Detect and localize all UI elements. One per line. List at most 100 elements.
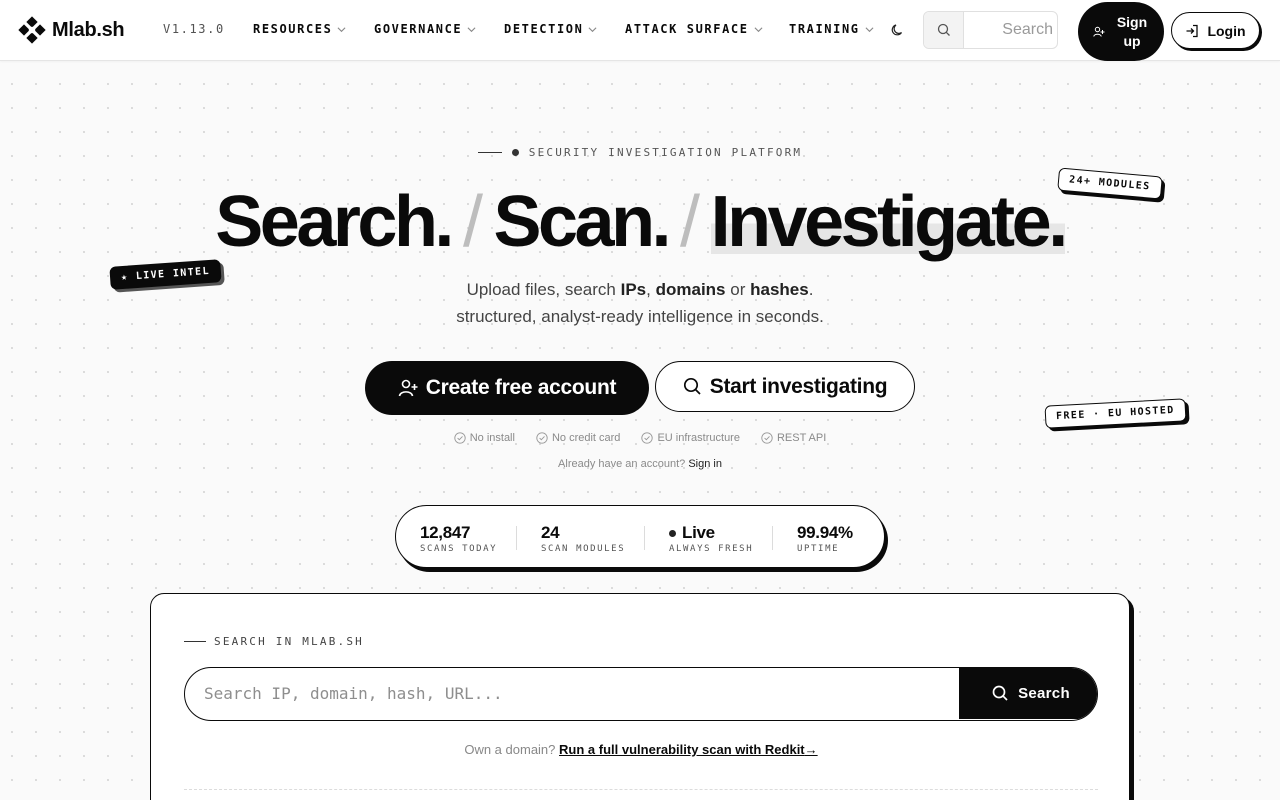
redkit-promo: Own a domain? Run a full vulnerability s… <box>151 742 1131 757</box>
stat-label: UPTIME <box>797 544 840 554</box>
signup-label: Sign up <box>1116 13 1148 49</box>
card-label-line <box>184 641 206 642</box>
brand-name: Mlab.sh <box>52 18 125 41</box>
stat-divider <box>772 526 773 550</box>
stats-bar: 12,847 SCANS TODAY 24 SCAN MODULES Live … <box>395 505 885 568</box>
login-icon <box>1186 24 1199 37</box>
search-icon <box>992 685 1008 701</box>
stat-scan-modules: 24 SCAN MODULES <box>541 523 625 554</box>
feature-label: EU infrastructure <box>657 432 740 444</box>
header-search-input[interactable] <box>965 12 1057 48</box>
nav-label: GOVERNANCE <box>374 22 463 36</box>
feature-item: EU infrastructure <box>641 432 740 444</box>
header-search[interactable] <box>923 11 1058 49</box>
nav-label: ATTACK SURFACE <box>625 22 749 36</box>
top-navbar: Mlab.sh V1.13.0 RESOURCES GOVERNANCE DET… <box>0 0 1280 61</box>
main-search-bar: Search <box>184 667 1098 721</box>
card-label-text: SEARCH IN MLAB.SH <box>214 635 364 648</box>
eyebrow-text: SECURITY INVESTIGATION PLATFORM <box>528 146 803 159</box>
subtitle-line-1: Upload files, search IPs, domains or has… <box>0 276 1280 303</box>
check-circle-icon <box>454 432 466 444</box>
eyebrow-dot <box>511 149 519 156</box>
stat-label: ALWAYS FRESH <box>669 544 754 554</box>
feature-label: No install <box>469 432 515 444</box>
nav-resources[interactable]: RESOURCES <box>253 22 346 36</box>
stat-uptime: 99.94% UPTIME <box>797 523 853 554</box>
subtitle-line-2: structured, analyst-ready intelligence i… <box>456 307 824 326</box>
stat-live: Live ALWAYS FRESH <box>669 523 753 554</box>
start-investigating-button[interactable]: Start investigating <box>655 361 915 412</box>
feature-label: REST API <box>776 432 827 444</box>
nav-governance[interactable]: GOVERNANCE <box>374 22 476 36</box>
subtitle-domains: domains <box>655 280 726 299</box>
nav-label: DETECTION <box>504 22 584 36</box>
chevron-down-icon <box>467 26 476 32</box>
nav-label: TRAINING <box>789 22 860 36</box>
nav-label: RESOURCES <box>253 22 333 36</box>
brand-logo[interactable]: Mlab.sh <box>18 16 125 44</box>
headline-search: Search. <box>215 182 454 262</box>
login-label: Login <box>1207 22 1246 39</box>
feature-label: No credit card <box>551 432 621 444</box>
redkit-link[interactable]: Run a full vulnerability scan with Redki… <box>559 742 818 757</box>
user-plus-icon <box>1093 26 1105 37</box>
chevron-down-icon <box>754 26 763 32</box>
feature-item: No install <box>454 432 515 444</box>
headline-separator: / <box>462 182 483 262</box>
main-search-button[interactable]: Search <box>961 668 1097 719</box>
stat-value: 24 <box>541 523 560 542</box>
logo-icon <box>18 16 46 44</box>
create-account-button[interactable]: Create free account <box>365 361 649 415</box>
redkit-link-text: Run a full vulnerability scan with Redki… <box>559 742 805 757</box>
nav-attack-surface[interactable]: ATTACK SURFACE <box>625 22 763 36</box>
feature-item: No credit card <box>536 432 620 444</box>
chevron-down-icon <box>588 26 597 32</box>
subtitle-text: Upload files, search <box>466 280 616 299</box>
stat-value: Live <box>669 523 753 543</box>
subtitle-or: or <box>730 280 746 299</box>
main-search-input[interactable] <box>185 668 961 719</box>
signup-button[interactable]: Sign up <box>1078 2 1164 61</box>
main-search-button-label: Search <box>1018 685 1070 702</box>
search-card-label: SEARCH IN MLAB.SH <box>184 635 364 648</box>
signin-text: Already have an account? <box>558 458 686 470</box>
arrow-right-icon: → <box>804 742 818 757</box>
headline-scan: Scan. <box>493 182 671 262</box>
moon-icon[interactable] <box>890 22 906 38</box>
signin-link[interactable]: Sign in <box>688 458 722 470</box>
stat-label: SCANS TODAY <box>420 544 498 554</box>
search-icon <box>683 377 701 395</box>
create-account-label: Create free account <box>425 376 617 399</box>
chevron-down-icon <box>337 26 346 32</box>
feature-item: REST API <box>761 432 826 444</box>
search-card: SEARCH IN MLAB.SH Search Own a domain? R… <box>150 593 1130 800</box>
nav-training[interactable]: TRAINING <box>789 22 874 36</box>
check-circle-icon <box>761 432 773 444</box>
hero-subtitle: Upload files, search IPs, domains or has… <box>0 276 1280 330</box>
search-icon <box>924 12 964 48</box>
stat-divider <box>644 526 645 550</box>
signin-prompt: Already have an account? Sign in <box>0 458 1280 470</box>
stat-live-text: Live <box>682 523 715 542</box>
eyebrow-line <box>477 152 502 153</box>
stat-divider <box>516 526 517 550</box>
user-plus-icon <box>398 379 418 397</box>
card-divider <box>184 789 1098 790</box>
nav-detection[interactable]: DETECTION <box>504 22 597 36</box>
check-circle-icon <box>536 432 548 444</box>
stat-label: SCAN MODULES <box>541 544 626 554</box>
free-eu-badge: FREE · EU HOSTED <box>1044 398 1187 429</box>
subtitle-ips: IPs <box>620 280 647 299</box>
headline-separator: / <box>680 182 700 262</box>
redkit-prompt: Own a domain? <box>464 742 556 757</box>
check-circle-icon <box>641 432 654 444</box>
subtitle-hashes: hashes <box>750 280 809 299</box>
subtitle-period: . <box>808 280 814 299</box>
stat-value: 12,847 <box>420 523 471 542</box>
login-button[interactable]: Login <box>1171 12 1260 49</box>
subtitle-comma: , <box>646 280 651 299</box>
feature-list: No install No credit card EU infrastruct… <box>0 432 1280 444</box>
stat-scans-today: 12,847 SCANS TODAY <box>420 523 497 554</box>
start-investigating-label: Start investigating <box>709 374 888 398</box>
live-dot <box>669 529 676 537</box>
